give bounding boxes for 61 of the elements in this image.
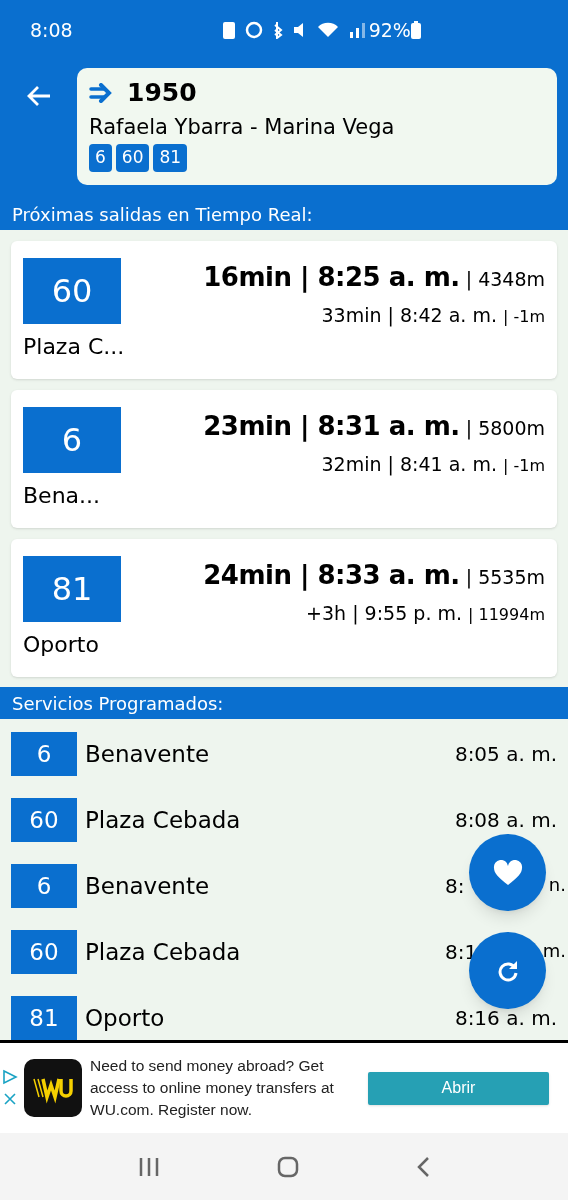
line-badge: 60 (115, 143, 150, 172)
battery-saver-icon (222, 21, 235, 39)
line-badge: 6 (23, 407, 121, 473)
distance: | 5800m (465, 416, 545, 442)
arrival-time: 16min | 8:25 a. m. (203, 261, 460, 295)
heart-icon (492, 859, 523, 886)
line-badge: 81 (23, 556, 121, 622)
open-button[interactable]: Abrir (368, 1071, 549, 1105)
destination: Benavente (85, 739, 211, 769)
recent-apps-icon[interactable] (138, 1156, 161, 1177)
line-badge: 60 (23, 258, 121, 324)
destination: Oporto (85, 1003, 166, 1033)
signal-icon (348, 22, 365, 38)
section-header: Servicios Programados: (0, 687, 568, 719)
line-badge: 81 (11, 996, 77, 1040)
destination: Oporto (23, 631, 100, 659)
scheduled-time: 8:16 a. m. (454, 1005, 557, 1032)
destination: Plaza C... (23, 333, 126, 361)
scheduled-time: 8: (445, 873, 465, 900)
arrival-time: 32min | 8:41 a. m. (321, 452, 497, 478)
arrival-time: 24min | 8:33 a. m. (203, 559, 460, 593)
battery-icon (410, 21, 421, 39)
battery-percent: 92% (368, 17, 411, 43)
scheduled-time: 8:05 a. m. (454, 741, 557, 768)
arrival-time: +3h | 9:55 p. m. (306, 601, 463, 627)
distance: | 5535m (465, 565, 545, 591)
line-badge: 6 (11, 864, 77, 908)
line-badge: 60 (11, 930, 77, 974)
destination: Plaza Cebada (85, 937, 242, 967)
back-icon[interactable] (415, 1155, 430, 1178)
distance: | -1m (503, 455, 545, 477)
stop-name: Rafaela Ybarra - Marina Vega (89, 113, 396, 141)
stop-number: 1950 (127, 77, 197, 109)
scheduled-time: 8:08 a. m. (454, 807, 557, 834)
close-icon[interactable] (2, 1091, 18, 1107)
favorite-button[interactable] (469, 834, 546, 911)
line-badge: 60 (11, 798, 77, 842)
scheduled-time: n. (548, 873, 566, 897)
ad-logo-icon (24, 1059, 82, 1117)
home-icon[interactable] (277, 1155, 299, 1178)
destination: Plaza Cebada (85, 805, 242, 835)
back-arrow-icon (25, 85, 52, 107)
wifi-icon (316, 22, 339, 38)
distance: | 4348m (465, 267, 545, 293)
bluetooth-icon (272, 21, 283, 39)
status-time: 8:08 (30, 17, 73, 43)
distance: | 11994m (468, 604, 545, 626)
arrival-time: 23min | 8:31 a. m. (203, 410, 460, 444)
line-badge: 6 (89, 143, 112, 172)
alarm-icon (244, 21, 263, 39)
distance: | -1m (503, 306, 545, 328)
section-header: Próximas salidas en Tiempo Real: (0, 198, 568, 230)
scheduled-time: 8:1 (445, 939, 478, 966)
arrival-time: 33min | 8:42 a. m. (321, 303, 497, 329)
scheduled-time: m. (542, 939, 566, 963)
ad-text: Need to send money abroad? Get access to online money transfers at WU.com. Register now. (90, 1056, 335, 1120)
destination: Benavente (85, 871, 211, 901)
line-badge: 81 (153, 143, 188, 172)
line-badge: 6 (11, 732, 77, 776)
ad-info-icon[interactable] (2, 1069, 18, 1085)
destination: Bena... (23, 482, 102, 510)
